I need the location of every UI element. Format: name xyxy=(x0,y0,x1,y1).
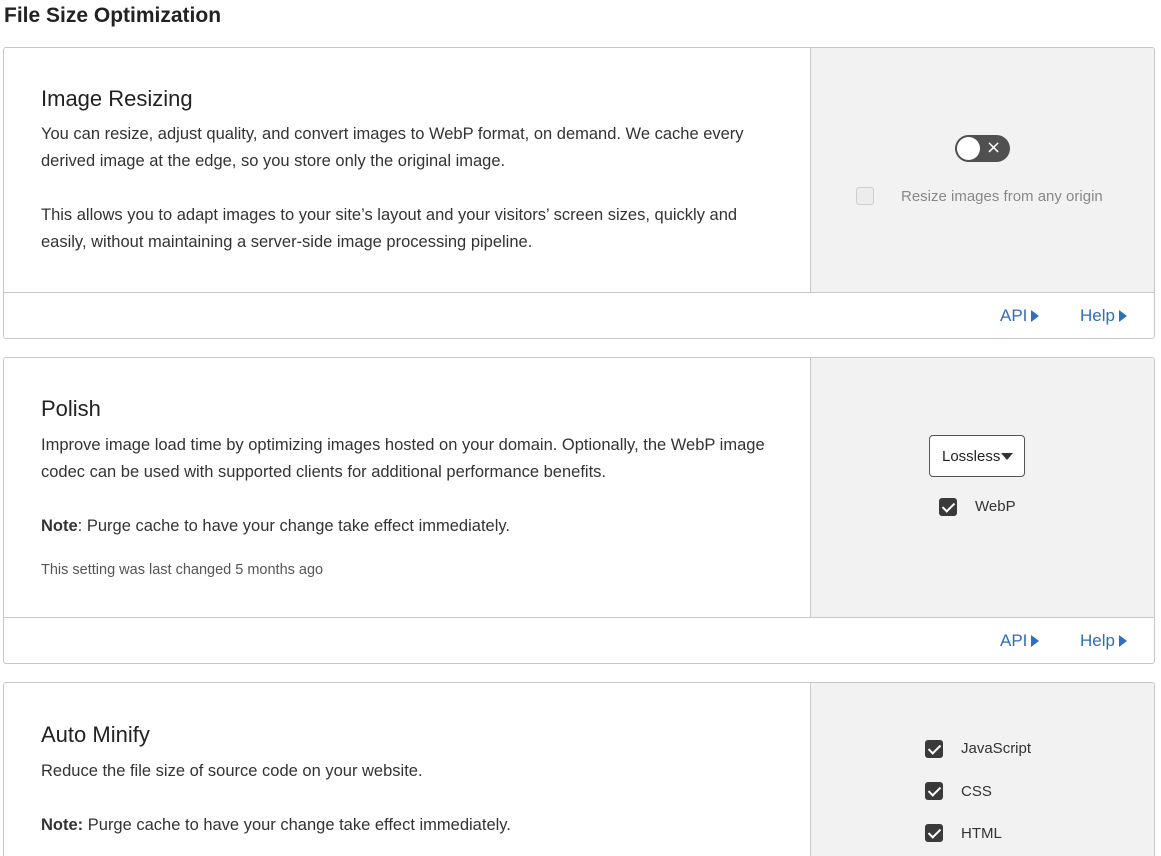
polish-settings: Lossless WebP xyxy=(810,358,1154,617)
triangle-right-icon xyxy=(1031,310,1040,322)
page-title: File Size Optimization xyxy=(4,4,222,27)
polish-main: Polish Improve image load time by optimi… xyxy=(4,358,810,617)
resize-any-origin-checkbox[interactable] xyxy=(856,187,874,205)
image-resizing-title: Image Resizing xyxy=(41,86,193,111)
triangle-right-icon xyxy=(1118,310,1127,322)
auto-minify-card: Auto Minify Reduce the file size of sour… xyxy=(3,682,1155,856)
api-link-label: API xyxy=(1000,306,1028,325)
image-resizing-settings: × Resize images from any origin xyxy=(810,48,1154,292)
polish-mode-select[interactable]: Lossless xyxy=(929,435,1025,477)
image-resizing-paragraph-2: This allows you to adapt images to your … xyxy=(41,206,738,251)
image-resizing-api-link[interactable]: API xyxy=(1000,306,1040,326)
image-resizing-footer: API Help xyxy=(4,293,1154,338)
image-resizing-card: Image Resizing You can resize, adjust qu… xyxy=(3,47,1155,339)
note-text: Purge cache to have your change take eff… xyxy=(83,816,511,834)
auto-minify-note: Note: Purge cache to have your change ta… xyxy=(41,812,781,839)
note-text: : Purge cache to have your change take e… xyxy=(77,517,510,535)
close-icon: × xyxy=(986,137,1002,158)
polish-help-link[interactable]: Help xyxy=(1080,631,1127,651)
note-label: Note: xyxy=(41,816,84,834)
html-label: HTML xyxy=(961,825,1002,842)
webp-checkbox[interactable] xyxy=(939,498,957,516)
auto-minify-description: Reduce the file size of source code on y… xyxy=(41,762,423,780)
javascript-checkbox[interactable] xyxy=(925,740,943,758)
auto-minify-settings: JavaScript CSS HTML xyxy=(810,683,1154,856)
webp-label: WebP xyxy=(975,498,1016,515)
css-label: CSS xyxy=(961,783,992,800)
polish-last-changed: This setting was last changed 5 months a… xyxy=(41,562,324,578)
help-link-label: Help xyxy=(1080,306,1115,325)
polish-api-link[interactable]: API xyxy=(1000,631,1040,651)
polish-footer: API Help xyxy=(4,618,1154,663)
image-resizing-help-link[interactable]: Help xyxy=(1080,306,1127,326)
image-resizing-main: Image Resizing You can resize, adjust qu… xyxy=(4,48,810,292)
polish-note: Note: Purge cache to have your change ta… xyxy=(41,513,781,540)
polish-card: Polish Improve image load time by optimi… xyxy=(3,357,1155,664)
triangle-right-icon xyxy=(1031,635,1040,647)
css-checkbox[interactable] xyxy=(925,782,943,800)
image-resizing-toggle[interactable]: × xyxy=(955,135,1010,162)
note-label: Note xyxy=(41,517,78,535)
html-checkbox[interactable] xyxy=(925,824,943,842)
polish-description: Improve image load time by optimizing im… xyxy=(41,436,765,481)
polish-mode-value: Lossless xyxy=(942,447,1001,465)
auto-minify-title: Auto Minify xyxy=(41,722,150,747)
toggle-knob xyxy=(957,137,980,160)
resize-any-origin-label: Resize images from any origin xyxy=(901,188,1103,205)
auto-minify-main: Auto Minify Reduce the file size of sour… xyxy=(4,683,810,856)
javascript-label: JavaScript xyxy=(961,740,1032,757)
image-resizing-paragraph-1: You can resize, adjust quality, and conv… xyxy=(41,125,744,170)
caret-down-icon xyxy=(1001,453,1013,460)
triangle-right-icon xyxy=(1118,635,1127,647)
help-link-label: Help xyxy=(1080,631,1115,650)
polish-title: Polish xyxy=(41,396,101,421)
api-link-label: API xyxy=(1000,631,1028,650)
